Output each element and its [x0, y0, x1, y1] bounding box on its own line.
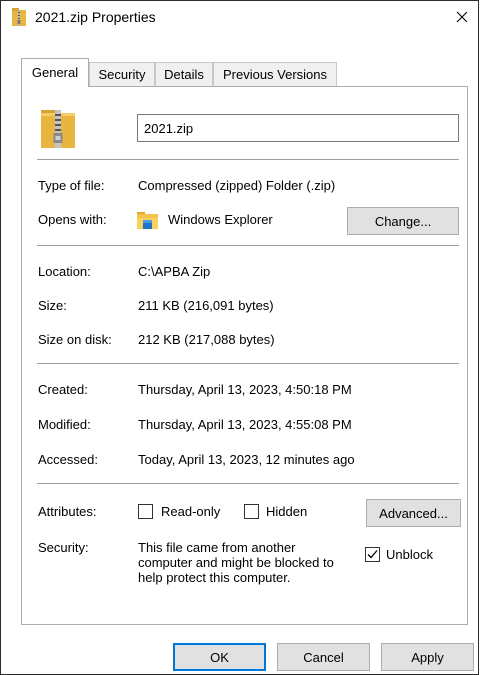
hidden-checkbox[interactable]	[244, 504, 259, 519]
created-label: Created:	[38, 382, 88, 397]
accessed-value: Today, April 13, 2023, 12 minutes ago	[138, 452, 355, 467]
change-button[interactable]: Change...	[347, 207, 459, 235]
tab-previous-versions[interactable]: Previous Versions	[213, 62, 337, 86]
cancel-button-label: Cancel	[303, 649, 344, 665]
checkmark-icon	[367, 550, 378, 559]
type-of-file-label: Type of file:	[38, 178, 105, 193]
tab-label: Previous Versions	[222, 67, 328, 82]
separator	[37, 245, 459, 246]
created-value: Thursday, April 13, 2023, 4:50:18 PM	[138, 382, 352, 397]
close-icon	[456, 11, 468, 22]
security-message: This file came from another computer and…	[138, 540, 334, 585]
security-message-line: help protect this computer.	[138, 570, 291, 585]
change-button-label: Change...	[374, 213, 432, 229]
accessed-label: Accessed:	[38, 452, 98, 467]
separator	[37, 363, 459, 364]
read-only-checkbox[interactable]	[138, 504, 153, 519]
opens-with-label: Opens with:	[38, 212, 107, 227]
zip-folder-icon	[12, 8, 26, 26]
security-message-line: This file came from another	[138, 540, 296, 555]
size-on-disk-value: 212 KB (217,088 bytes)	[138, 332, 275, 347]
size-label: Size:	[38, 298, 67, 313]
cancel-button[interactable]: Cancel	[277, 643, 370, 671]
tab-label: General	[31, 65, 79, 80]
tab-security[interactable]: Security	[89, 62, 155, 86]
ok-button-label: OK	[210, 649, 229, 665]
advanced-button-label: Advanced...	[379, 505, 448, 521]
properties-dialog: 2021.zip Properties General Security Det…	[0, 0, 479, 675]
modified-value: Thursday, April 13, 2023, 4:55:08 PM	[138, 417, 352, 432]
separator	[37, 483, 459, 484]
read-only-label: Read-only	[161, 504, 221, 519]
size-on-disk-label: Size on disk:	[38, 332, 112, 347]
file-explorer-icon	[137, 212, 158, 229]
opens-with-value: Windows Explorer	[168, 212, 273, 227]
apply-button[interactable]: Apply	[381, 643, 474, 671]
location-value: C:\APBA Zip	[138, 264, 211, 279]
type-of-file-value: Compressed (zipped) Folder (.zip)	[138, 178, 336, 193]
security-label: Security:	[38, 540, 89, 555]
ok-button[interactable]: OK	[173, 643, 266, 671]
tab-details[interactable]: Details	[155, 62, 213, 86]
location-label: Location:	[38, 264, 91, 279]
separator	[37, 159, 459, 160]
zip-folder-icon	[41, 110, 75, 148]
tab-label: Security	[98, 67, 146, 82]
title-bar[interactable]: 2021.zip Properties	[1, 1, 478, 32]
unblock-checkbox[interactable]	[365, 547, 380, 562]
tab-general[interactable]: General	[21, 58, 89, 86]
unblock-label: Unblock	[386, 547, 433, 562]
modified-label: Modified:	[38, 417, 91, 432]
hidden-label: Hidden	[266, 504, 308, 519]
size-value: 211 KB (216,091 bytes)	[138, 298, 274, 313]
tab-label: Details	[164, 67, 204, 82]
attributes-label: Attributes:	[38, 504, 97, 519]
security-message-line: computer and might be blocked to	[138, 555, 334, 570]
apply-button-label: Apply	[411, 649, 444, 665]
advanced-button[interactable]: Advanced...	[366, 499, 461, 527]
window-title: 2021.zip Properties	[35, 9, 156, 25]
close-button[interactable]	[446, 1, 478, 32]
file-name-input[interactable]	[137, 114, 459, 142]
